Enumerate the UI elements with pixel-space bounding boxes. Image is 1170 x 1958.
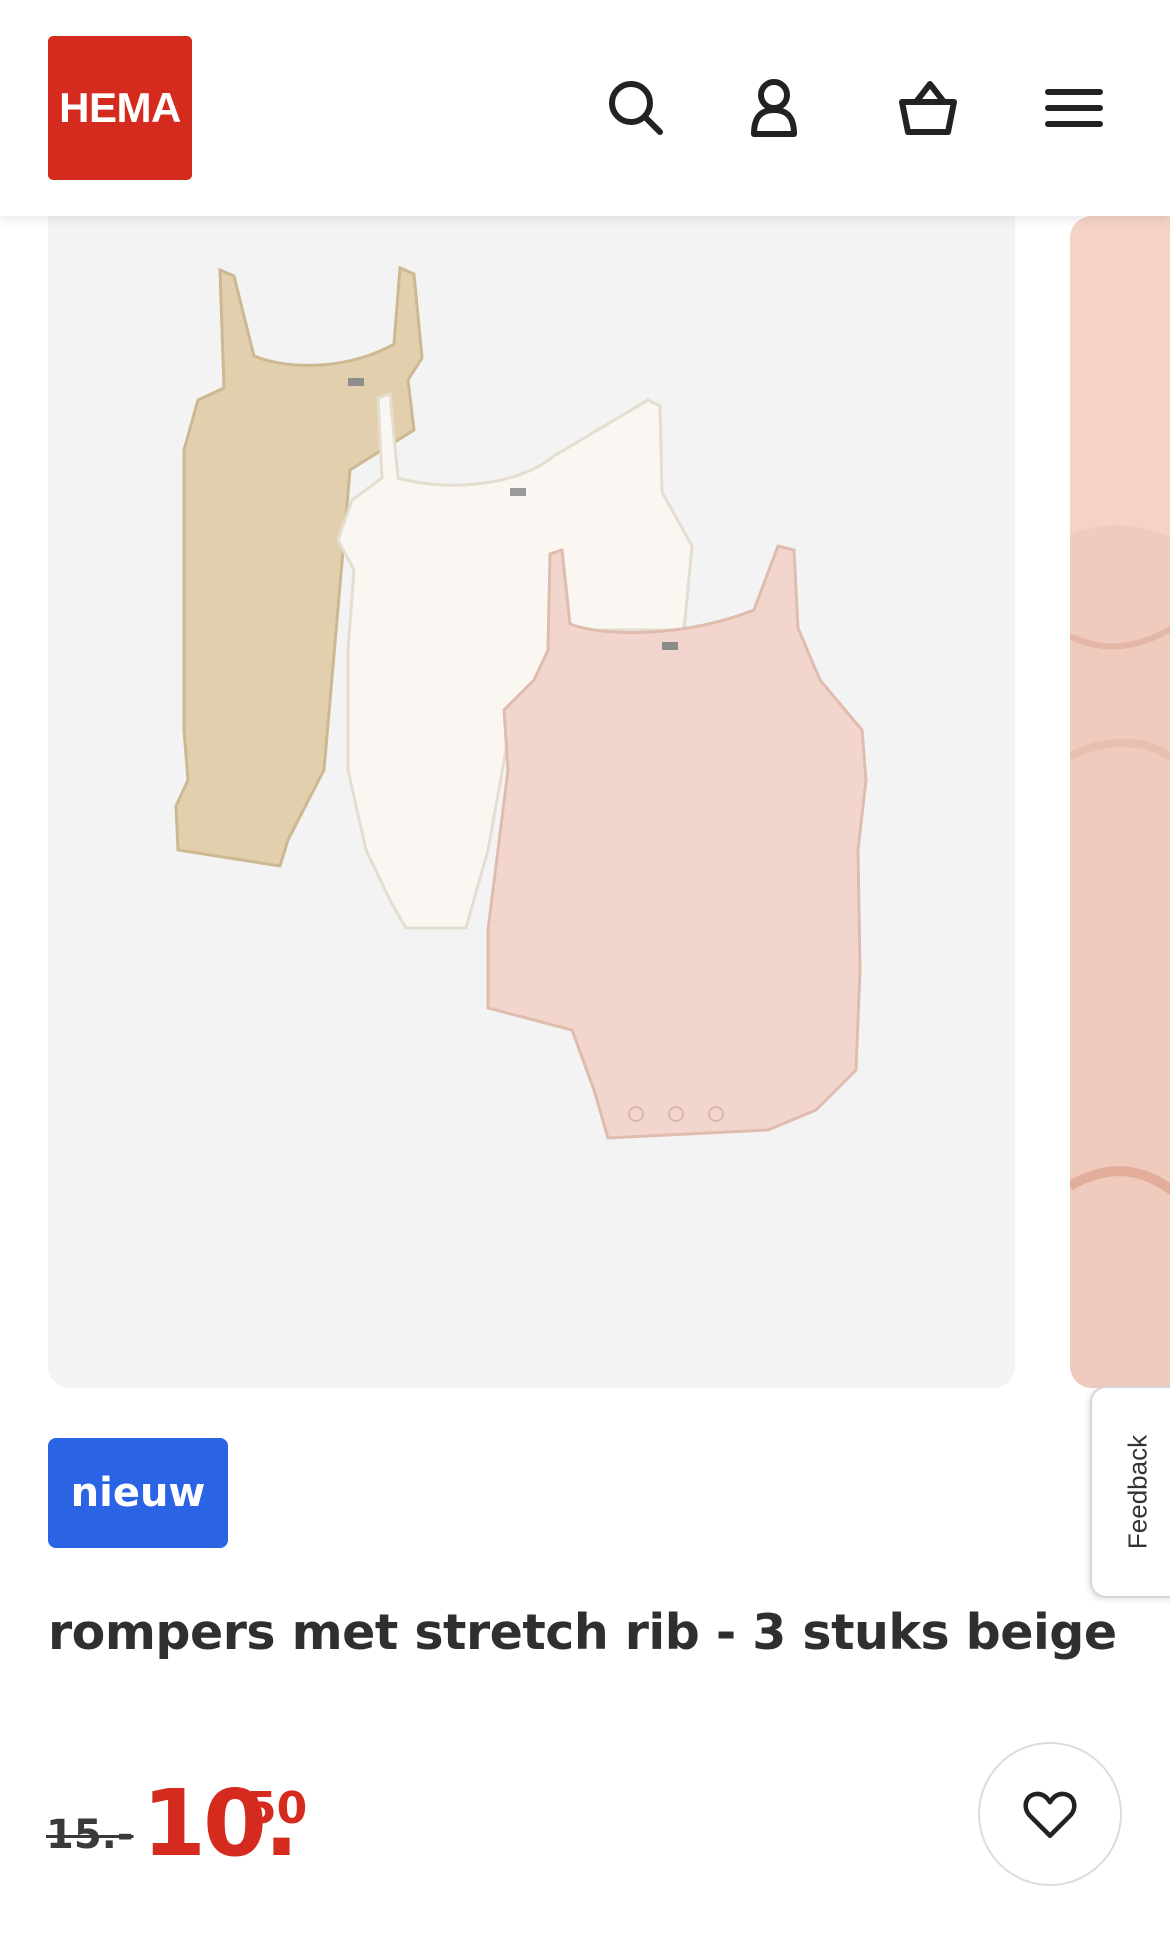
next-product-image[interactable] <box>1070 216 1170 1388</box>
search-icon[interactable] <box>604 70 668 146</box>
basket-icon[interactable] <box>896 70 960 146</box>
feedback-label: Feedback <box>1122 1434 1153 1550</box>
product-title: rompers met stretch rib - 3 stuks beige <box>48 1604 1117 1661</box>
menu-icon[interactable] <box>1042 70 1106 146</box>
header: HEMA <box>0 0 1170 216</box>
price-cents: 50 <box>246 1783 308 1834</box>
old-price: 15.- <box>46 1812 134 1858</box>
heart-icon <box>1023 1791 1077 1839</box>
hema-logo[interactable]: HEMA <box>48 36 192 180</box>
account-icon[interactable] <box>742 70 806 146</box>
product-image[interactable] <box>48 210 1015 1388</box>
feedback-tab[interactable]: Feedback <box>1090 1386 1170 1598</box>
favorite-button[interactable] <box>978 1742 1122 1886</box>
new-badge: nieuw <box>48 1438 228 1548</box>
